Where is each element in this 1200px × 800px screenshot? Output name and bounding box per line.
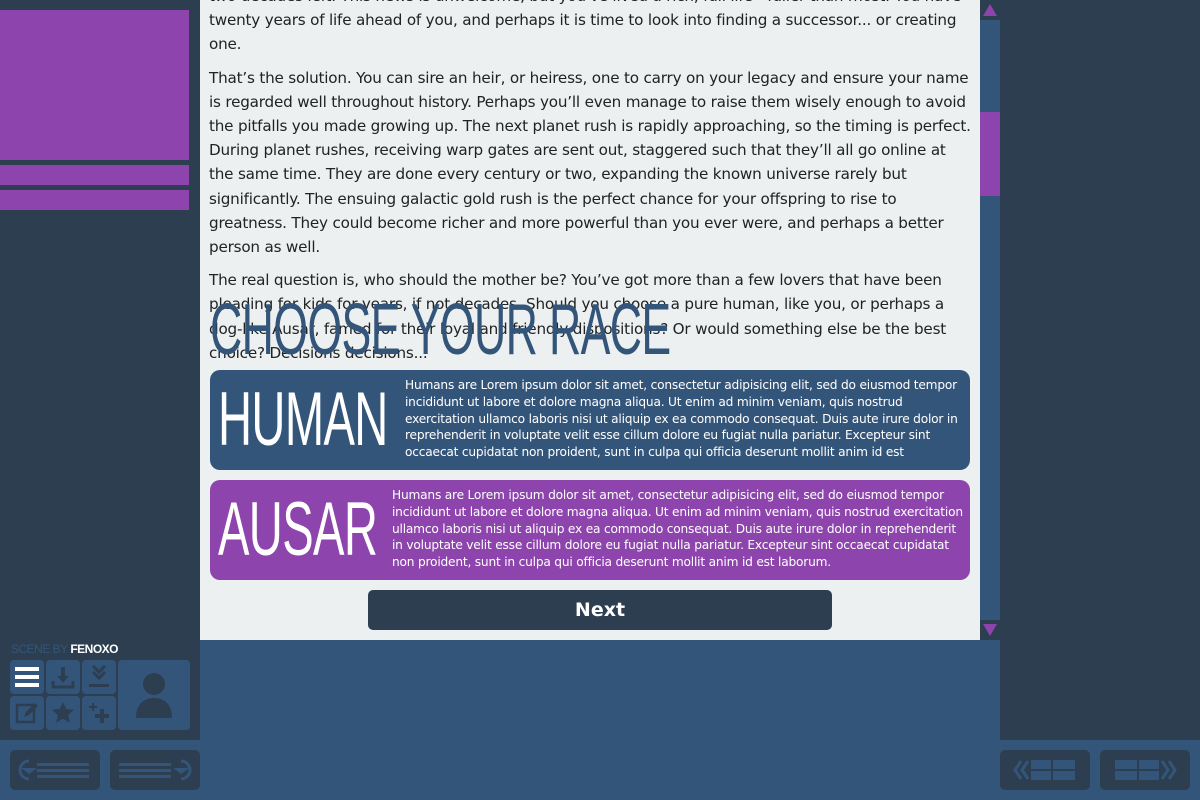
stat-bar [0, 165, 189, 185]
menu-button[interactable] [10, 660, 44, 694]
race-option-human[interactable]: HUMAN Humans are Lorem ipsum dolor sit a… [210, 370, 970, 470]
scene-credit-prefix: SCENE BY [11, 642, 68, 656]
edit-button[interactable] [10, 696, 44, 730]
star-icon [52, 702, 74, 723]
level-up-button[interactable] [82, 696, 116, 730]
left-panel: SCENE BY FENOXO [0, 0, 200, 740]
scroll-up-button[interactable] [980, 0, 1000, 20]
profile-icon [136, 673, 172, 718]
character-portrait [0, 10, 189, 160]
scroll-track[interactable] [980, 20, 1000, 620]
scroll-down-button[interactable] [980, 620, 1000, 640]
race-name: HUMAN [218, 377, 388, 462]
prev-scene-icon [1013, 760, 1075, 780]
race-name: AUSAR [218, 487, 378, 572]
quick-save-icon [89, 664, 109, 687]
race-description: Humans are Lorem ipsum dolor sit amet, c… [392, 488, 963, 570]
menu-icon [15, 667, 39, 687]
triangle-up-icon [983, 4, 997, 16]
save-icon [51, 667, 75, 689]
main-text-area: two decades left. This news is unwelcome… [200, 0, 980, 640]
race-option-ausar[interactable]: AUSAR Humans are Lorem ipsum dolor sit a… [210, 480, 970, 580]
game-window: SCENE BY FENOXO twenty years of life ahe… [0, 0, 1200, 800]
center-footer [200, 640, 1000, 740]
story-paragraph: That’s the solution. You can sire an hei… [209, 68, 971, 257]
edit-icon [15, 703, 38, 724]
scene-credit: SCENE BY FENOXO [11, 642, 118, 656]
favorite-button[interactable] [46, 696, 80, 730]
next-button[interactable]: Next [368, 590, 832, 630]
scene-credit-author: FENOXO [70, 642, 118, 656]
next-scene-icon [1115, 760, 1177, 780]
scrollbar[interactable] [980, 0, 1000, 640]
triangle-down-icon [983, 624, 997, 636]
scroll-thumb[interactable] [980, 112, 1000, 196]
save-button[interactable] [46, 660, 80, 694]
race-description: Humans are Lorem ipsum dolor sit amet, c… [405, 378, 958, 460]
story-paragraph: two decades left. This news is unwelcome… [209, 0, 961, 54]
section-heading: CHOOSE YOUR RACE [210, 290, 671, 370]
profile-button[interactable] [118, 660, 190, 730]
forward-button[interactable] [110, 750, 200, 790]
next-scene-button[interactable] [1100, 750, 1190, 790]
stat-bar [0, 190, 189, 210]
quick-save-button[interactable] [82, 660, 116, 694]
level-up-icon [89, 703, 109, 723]
right-panel [1000, 0, 1200, 740]
prev-scene-button[interactable] [1000, 750, 1090, 790]
back-button[interactable] [10, 750, 100, 790]
forward-arrow-icon [119, 759, 192, 781]
back-arrow-icon [18, 759, 89, 781]
